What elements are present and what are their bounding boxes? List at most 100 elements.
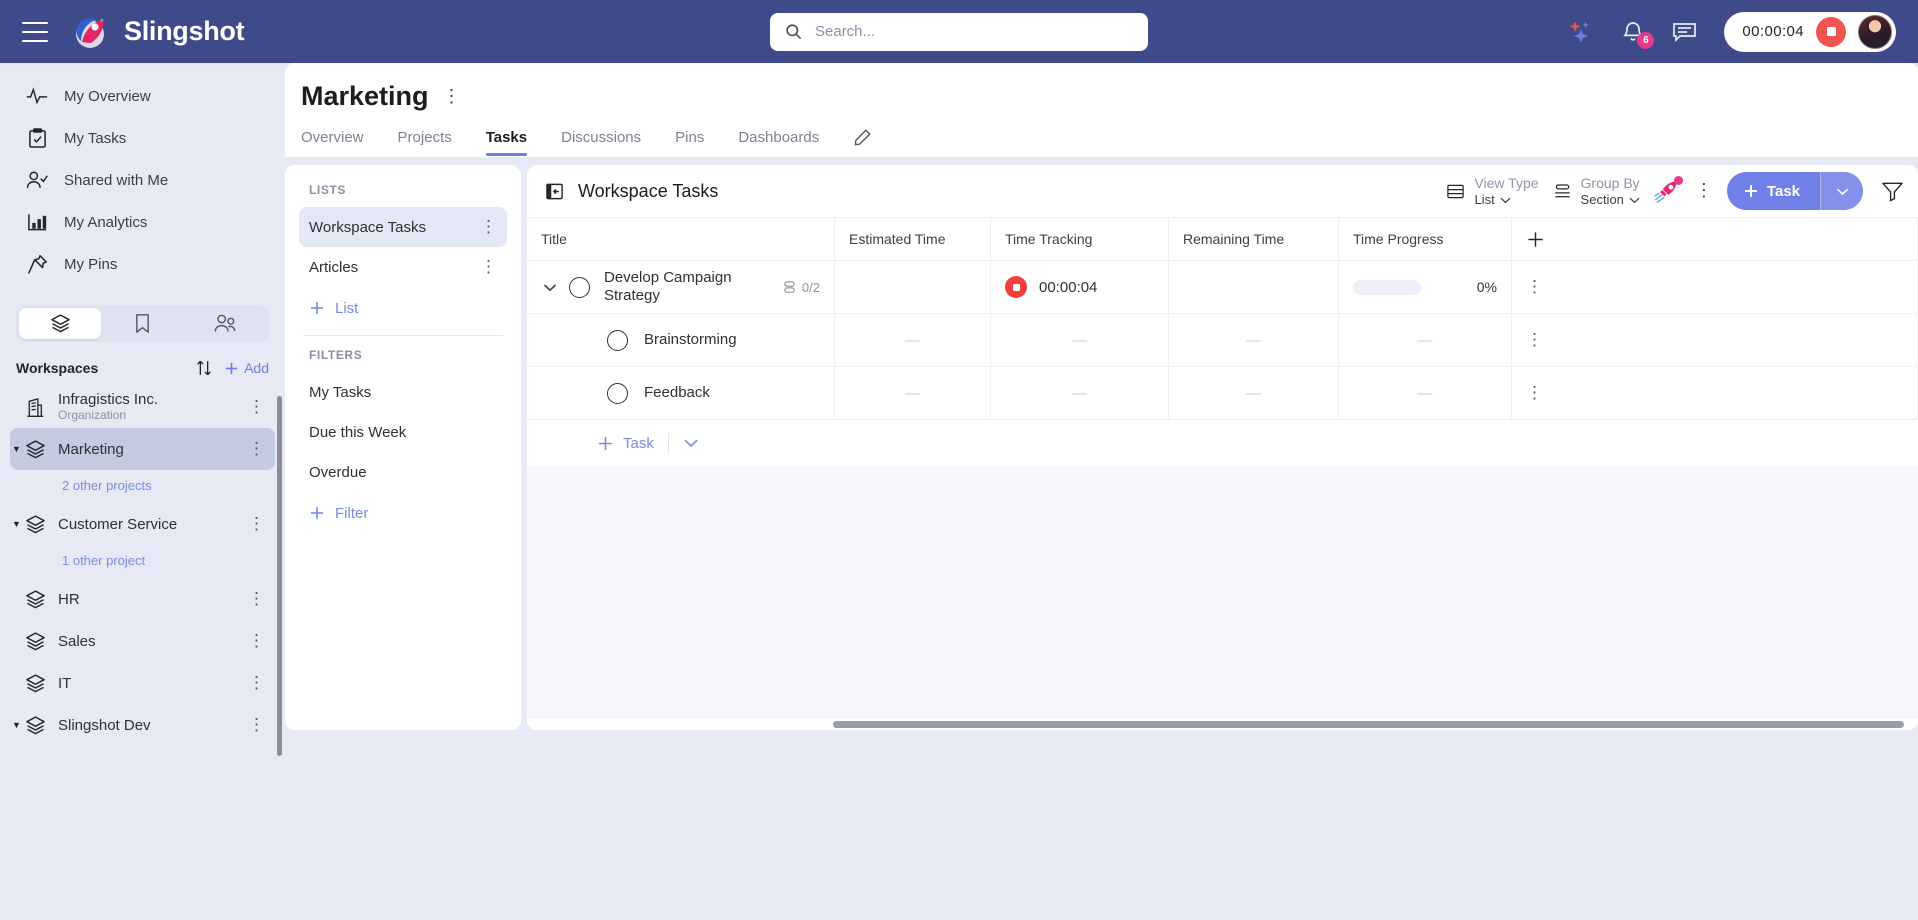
segment-people[interactable] xyxy=(184,308,266,339)
filter-item-overdue[interactable]: Overdue xyxy=(299,452,507,492)
workspace-item-menu-icon[interactable]: ⋮ xyxy=(248,674,265,691)
customer-service-other-projects-link[interactable]: 1 other project xyxy=(0,545,285,578)
list-item-workspace-tasks[interactable]: Workspace Tasks ⋮ xyxy=(299,207,507,247)
workspace-item-it[interactable]: IT ⋮ xyxy=(10,662,275,704)
stop-tracking-button[interactable] xyxy=(1005,276,1027,298)
layers-icon xyxy=(24,631,46,652)
chevron-down-icon[interactable]: ▼ xyxy=(12,519,21,529)
workspace-item-hr[interactable]: HR ⋮ xyxy=(10,578,275,620)
workspace-item-sales[interactable]: Sales ⋮ xyxy=(10,620,275,662)
workspace-item-menu-icon[interactable]: ⋮ xyxy=(248,590,265,607)
search-input[interactable] xyxy=(815,23,1134,40)
chevron-down-icon[interactable]: ▼ xyxy=(12,720,21,730)
column-header-time-tracking[interactable]: Time Tracking xyxy=(991,218,1169,260)
cell-time-progress[interactable]: — xyxy=(1339,314,1512,366)
table-horizontal-scrollbar[interactable] xyxy=(527,719,1918,730)
task-complete-checkbox[interactable] xyxy=(607,329,628,351)
rocket-icon[interactable] xyxy=(1654,175,1683,204)
workspace-item-customer-service[interactable]: ▼ Customer Service ⋮ xyxy=(10,503,275,545)
table-row[interactable]: Develop Campaign Strategy 0/2 00:00:04 0… xyxy=(527,261,1918,314)
add-filter-button[interactable]: Filter xyxy=(299,492,507,534)
tasks-more-menu-icon[interactable]: ⋮ xyxy=(1695,181,1713,199)
sort-arrows-icon[interactable] xyxy=(194,358,214,378)
add-workspace-button[interactable]: Add xyxy=(224,360,269,376)
add-task-button[interactable]: Task xyxy=(1726,172,1863,210)
table-row[interactable]: Feedback — — — — ⋮ xyxy=(527,367,1918,420)
cell-estimated-time[interactable]: — xyxy=(835,367,991,419)
sidebar-item-shared-with-me[interactable]: Shared with Me xyxy=(0,159,285,201)
cell-time-progress[interactable]: 0% xyxy=(1339,261,1512,313)
filter-item-my-tasks[interactable]: My Tasks xyxy=(299,372,507,412)
active-timer-widget[interactable]: 00:00:04 xyxy=(1724,11,1896,52)
scrollbar-thumb[interactable] xyxy=(833,721,1904,728)
tab-overview[interactable]: Overview xyxy=(301,129,364,156)
hamburger-icon[interactable] xyxy=(22,21,48,42)
column-header-remaining-time[interactable]: Remaining Time xyxy=(1169,218,1339,260)
sparkle-icon[interactable] xyxy=(1567,19,1595,45)
cell-time-tracking[interactable]: — xyxy=(991,314,1169,366)
column-header-estimated-time[interactable]: Estimated Time xyxy=(835,218,991,260)
list-item-menu-icon[interactable]: ⋮ xyxy=(480,218,497,235)
tab-projects[interactable]: Projects xyxy=(398,129,452,156)
list-item-articles[interactable]: Articles ⋮ xyxy=(299,247,507,287)
workspace-item-menu-icon[interactable]: ⋮ xyxy=(248,440,265,457)
task-complete-checkbox[interactable] xyxy=(569,276,590,298)
panel-collapse-icon[interactable] xyxy=(545,182,564,201)
cell-time-progress[interactable]: — xyxy=(1339,367,1512,419)
workspace-item-menu-icon[interactable]: ⋮ xyxy=(248,632,265,649)
row-menu-icon[interactable]: ⋮ xyxy=(1526,384,1543,401)
cell-estimated-time[interactable]: — xyxy=(835,314,991,366)
tab-tasks[interactable]: Tasks xyxy=(485,129,528,156)
search-box[interactable] xyxy=(770,12,1148,51)
chat-icon[interactable] xyxy=(1671,20,1698,44)
column-header-title[interactable]: Title xyxy=(527,218,835,260)
workspace-item-menu-icon[interactable]: ⋮ xyxy=(248,398,265,415)
sidebar-scrollbar[interactable] xyxy=(277,396,282,756)
workspace-item-slingshot-dev[interactable]: ▼ Slingshot Dev ⋮ xyxy=(10,704,275,746)
notifications-bell-icon[interactable]: 6 xyxy=(1621,19,1655,49)
brand[interactable]: Slingshot xyxy=(70,11,245,53)
marketing-other-projects-link[interactable]: 2 other projects xyxy=(0,470,285,503)
cell-remaining-time[interactable]: — xyxy=(1169,314,1339,366)
add-task-dropdown[interactable] xyxy=(1821,172,1863,210)
footer-add-task-button[interactable]: Task xyxy=(597,435,654,452)
user-avatar[interactable] xyxy=(1858,14,1892,49)
segment-bookmarks[interactable] xyxy=(101,308,183,339)
cell-remaining-time[interactable]: — xyxy=(1169,367,1339,419)
group-by-control[interactable]: Group By Section xyxy=(1553,175,1640,208)
footer-add-task-dropdown[interactable] xyxy=(683,438,699,448)
workspace-item-infragistics-inc[interactable]: Infragistics Inc. Organization ⋮ xyxy=(10,386,275,428)
table-row[interactable]: Brainstorming — — — — ⋮ xyxy=(527,314,1918,367)
add-list-button[interactable]: List xyxy=(299,287,507,329)
tab-pins[interactable]: Pins xyxy=(675,129,704,156)
segment-workspaces[interactable] xyxy=(19,308,102,339)
funnel-icon[interactable] xyxy=(1877,180,1904,202)
sidebar-item-my-pins[interactable]: My Pins xyxy=(0,243,285,285)
row-menu-icon[interactable]: ⋮ xyxy=(1526,331,1543,348)
workspace-item-marketing[interactable]: ▼ Marketing ⋮ xyxy=(10,428,275,470)
chevron-down-icon[interactable]: ▼ xyxy=(12,444,21,454)
column-header-time-progress[interactable]: Time Progress xyxy=(1339,218,1512,260)
workspace-item-menu-icon[interactable]: ⋮ xyxy=(248,515,265,532)
cell-time-tracking[interactable]: 00:00:04 xyxy=(991,261,1169,313)
tab-dashboards[interactable]: Dashboards xyxy=(738,129,819,156)
cell-time-tracking[interactable]: — xyxy=(991,367,1169,419)
plus-icon xyxy=(598,436,613,450)
pencil-icon[interactable] xyxy=(853,128,872,157)
filter-item-due-this-week[interactable]: Due this Week xyxy=(299,412,507,452)
sidebar-item-my-overview[interactable]: My Overview xyxy=(0,75,285,117)
cell-estimated-time[interactable] xyxy=(835,261,991,313)
add-column-button[interactable] xyxy=(1512,218,1918,260)
view-type-control[interactable]: View Type List xyxy=(1446,175,1539,208)
sidebar-item-my-analytics[interactable]: My Analytics xyxy=(0,201,285,243)
list-item-menu-icon[interactable]: ⋮ xyxy=(480,258,497,275)
row-expand-chevron-icon[interactable] xyxy=(541,283,559,292)
row-menu-icon[interactable]: ⋮ xyxy=(1526,278,1543,295)
cell-remaining-time[interactable] xyxy=(1169,261,1339,313)
stop-timer-button[interactable] xyxy=(1816,16,1846,47)
page-menu-icon[interactable]: ⋮ xyxy=(443,87,461,105)
tab-discussions[interactable]: Discussions xyxy=(561,129,641,156)
task-complete-checkbox[interactable] xyxy=(607,382,628,404)
workspace-item-menu-icon[interactable]: ⋮ xyxy=(248,716,265,733)
sidebar-item-my-tasks[interactable]: My Tasks xyxy=(0,117,285,159)
